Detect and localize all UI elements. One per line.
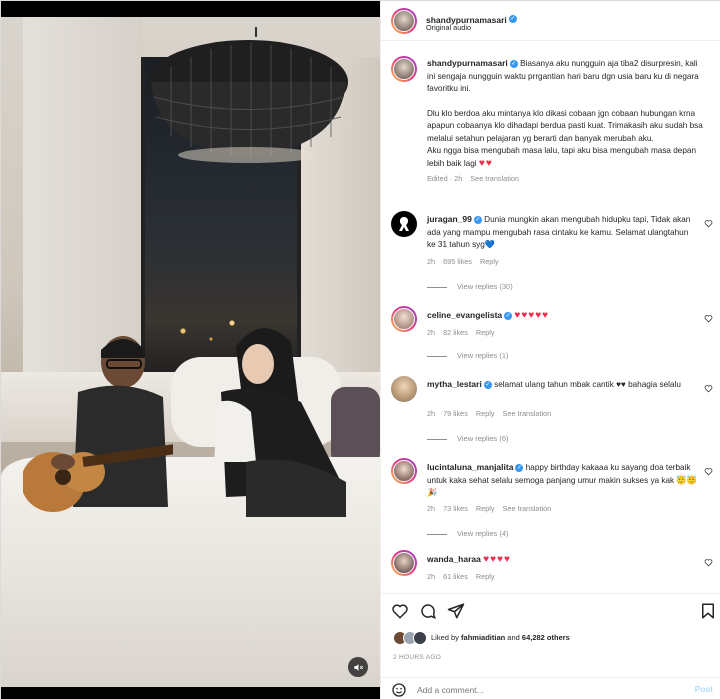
post-photo[interactable]	[1, 17, 380, 687]
audio-label[interactable]: Original audio	[426, 23, 471, 32]
caption-hearts: ♥♥	[478, 157, 493, 169]
comment-time: 2h	[427, 409, 436, 418]
comment-likes[interactable]: 82 likes	[443, 328, 468, 337]
woman-in-hijab	[214, 328, 346, 517]
reply-button[interactable]: Reply	[476, 409, 495, 418]
comment-composer: Post	[381, 677, 720, 699]
pendant-lamp	[148, 27, 348, 163]
likers-avatars[interactable]	[393, 631, 427, 645]
comment-username[interactable]: wanda_haraa	[427, 554, 481, 564]
author-avatar[interactable]	[391, 8, 417, 34]
comment-likes[interactable]: 61 likes	[443, 572, 468, 581]
comment-time: 2h	[427, 257, 436, 266]
reply-button[interactable]: Reply	[476, 328, 495, 337]
see-translation-link[interactable]: See translation	[470, 174, 519, 183]
reply-button[interactable]: Reply	[476, 572, 495, 581]
caption-text-3: Aku ngga bisa mengubah masa lalu, tapi a…	[427, 146, 697, 168]
verified-badge-icon: ✓	[515, 463, 524, 472]
caption-edited: Edited · 2h	[427, 174, 463, 183]
comment-time: 2h	[427, 328, 436, 337]
man-with-guitar	[23, 336, 173, 512]
post-timestamp[interactable]: 2 HOURS AGO	[393, 654, 441, 661]
comment-username[interactable]: celine_evangelista	[427, 310, 502, 320]
post-sidebar: shandypurnamasari ✓ Original audio shandy…	[380, 1, 720, 699]
commenter-avatar[interactable]	[391, 211, 417, 237]
comment-bubble-icon[interactable]	[419, 602, 437, 620]
comment-text: selamat ulang tahun mbak cantik ♥♥ bahag…	[494, 380, 681, 389]
verified-badge-icon: ✓	[504, 311, 513, 320]
like-comment-heart-icon[interactable]	[704, 467, 713, 476]
speaker-muted-icon	[353, 663, 363, 671]
post-media[interactable]	[1, 1, 380, 699]
caption-text-2: Dlu klo berdoa aku mintanya klo dikasi c…	[427, 108, 703, 143]
comment-likes[interactable]: 79 likes	[443, 409, 468, 418]
reply-button[interactable]: Reply	[476, 504, 495, 513]
liked-by-label: Liked by	[431, 633, 462, 642]
post-comment-button[interactable]: Post	[695, 684, 713, 694]
verified-badge-icon: ✓	[509, 59, 518, 68]
comment-username[interactable]: juragan_99	[427, 214, 472, 224]
view-replies[interactable]: View replies (1)	[427, 351, 509, 360]
mute-button[interactable]	[348, 657, 368, 677]
likes-summary: Liked by fahmiaditian and 64,282 others	[431, 633, 570, 642]
see-translation-link[interactable]: See translation	[503, 504, 552, 513]
like-comment-heart-icon[interactable]	[704, 219, 713, 228]
like-comment-heart-icon[interactable]	[704, 314, 713, 323]
liked-and: and	[505, 633, 522, 642]
verified-badge-icon: ✓	[508, 14, 517, 23]
liked-by-user[interactable]: fahmiaditian	[461, 633, 505, 642]
commenter-avatar[interactable]	[391, 458, 417, 484]
verified-badge-icon: ✓	[483, 380, 492, 389]
caption-avatar[interactable]	[391, 56, 417, 82]
see-translation-link[interactable]: See translation	[503, 409, 552, 418]
view-replies[interactable]: View replies (4)	[427, 529, 509, 538]
save-bookmark-icon[interactable]	[699, 602, 717, 620]
emoji-smiley-icon[interactable]	[391, 682, 407, 698]
comment-time: 2h	[427, 572, 436, 581]
post-header: shandypurnamasari ✓ Original audio	[381, 1, 720, 41]
likes-others[interactable]: 64,282 others	[522, 633, 570, 642]
like-heart-icon[interactable]	[391, 602, 409, 620]
comment-likes[interactable]: 695 likes	[443, 257, 472, 266]
view-replies[interactable]: View replies (6)	[427, 434, 509, 443]
view-replies[interactable]: View replies (30)	[427, 282, 513, 291]
reply-button[interactable]: Reply	[480, 257, 499, 266]
share-send-icon[interactable]	[447, 602, 465, 620]
comment-input[interactable]	[417, 683, 667, 697]
commenter-avatar[interactable]	[391, 306, 417, 332]
comment-text: ♥♥♥♥	[483, 554, 511, 565]
commenter-avatar[interactable]	[391, 376, 417, 402]
like-comment-heart-icon[interactable]	[704, 558, 713, 567]
comment-likes[interactable]: 73 likes	[443, 504, 468, 513]
commenter-avatar[interactable]	[391, 550, 417, 576]
comment-text: ♥♥♥♥♥	[514, 310, 550, 321]
post-modal: shandypurnamasari ✓ Original audio shandy…	[0, 0, 720, 699]
comment-time: 2h	[427, 504, 436, 513]
verified-badge-icon: ✓	[473, 215, 482, 224]
like-comment-heart-icon[interactable]	[704, 384, 713, 393]
comment-username[interactable]: lucintaluna_manjalita	[427, 462, 513, 472]
caption-username[interactable]: shandypurnamasari	[427, 58, 508, 68]
ribbon-icon	[399, 217, 409, 231]
comment-username[interactable]: mytha_lestari	[427, 379, 482, 389]
